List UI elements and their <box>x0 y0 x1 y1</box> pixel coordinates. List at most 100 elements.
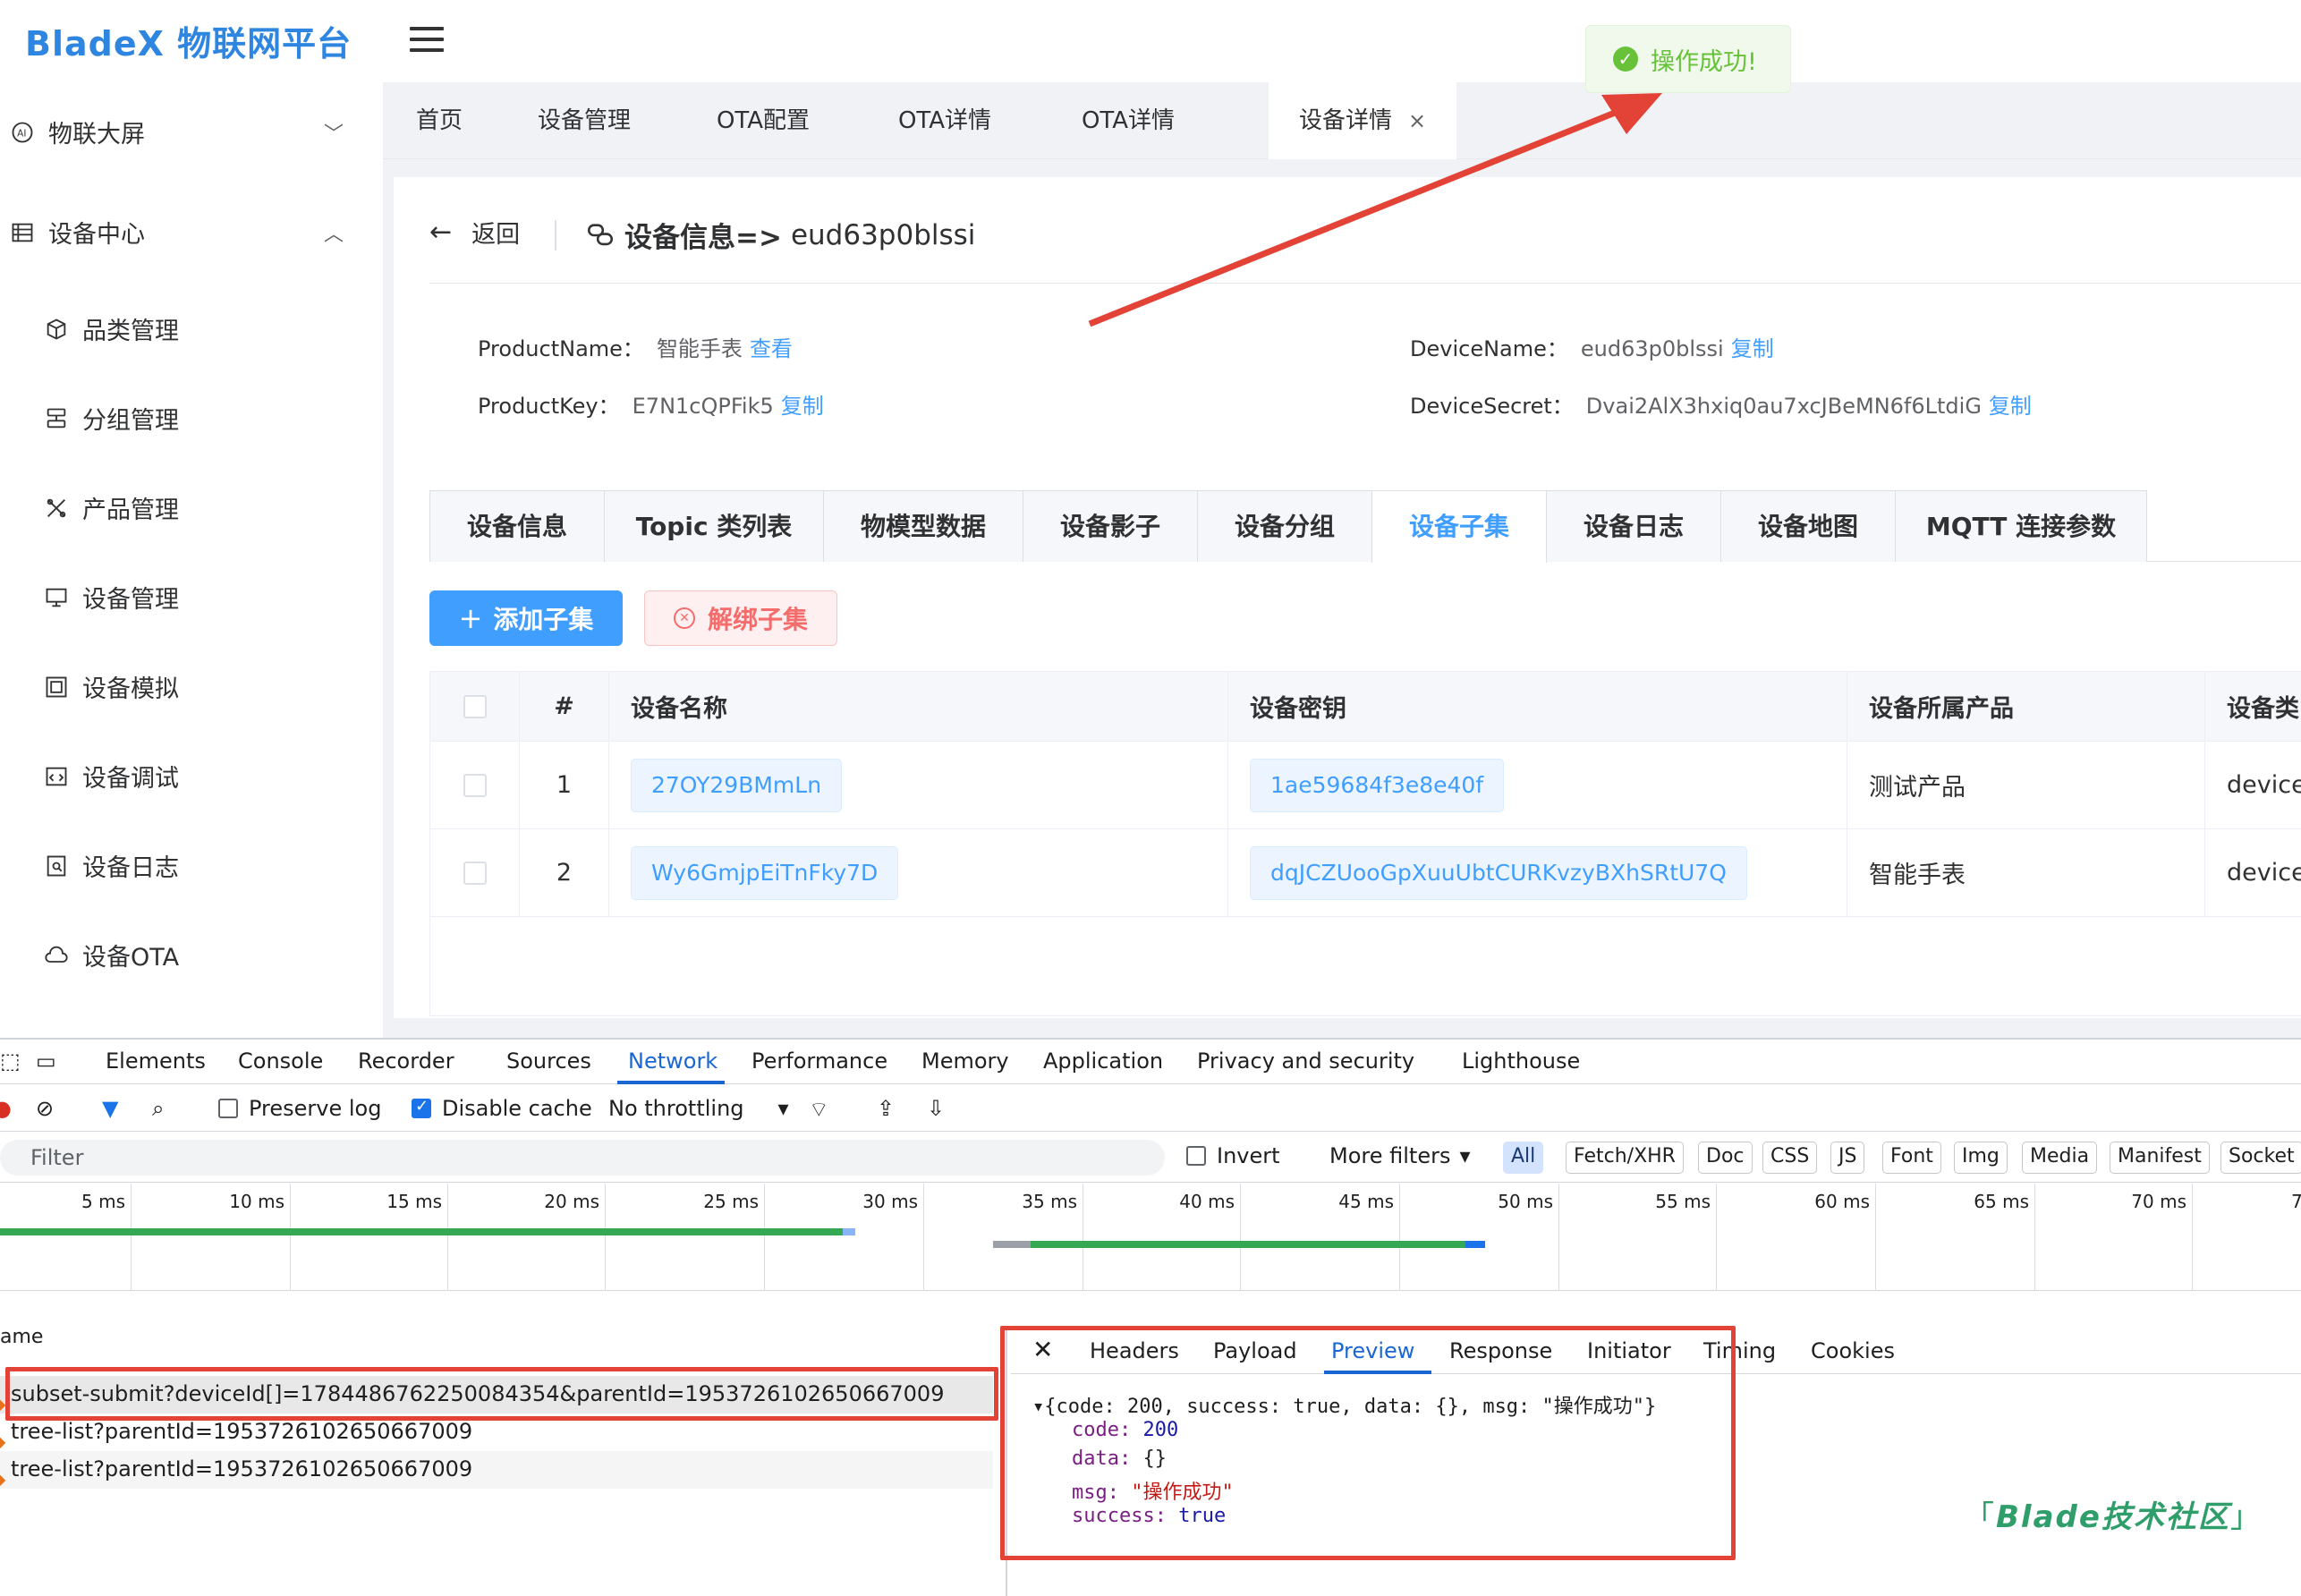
devtools-tab-application[interactable]: Application <box>1043 1048 1163 1074</box>
select-all-checkbox[interactable] <box>463 694 487 718</box>
tab-ota-detail-1[interactable]: OTA详情 <box>853 82 1036 159</box>
filter-chip-all[interactable]: All <box>1503 1142 1544 1174</box>
tab-thing-model[interactable]: 物模型数据 <box>823 490 1023 562</box>
invert-checkbox[interactable] <box>1186 1146 1206 1166</box>
menu-item-product[interactable]: 产品管理 <box>43 490 179 525</box>
filter-chip-manifest[interactable]: Manifest <box>2110 1142 2210 1174</box>
clear-icon[interactable]: ⊘ <box>36 1096 54 1121</box>
devtools-tab-lighthouse[interactable]: Lighthouse <box>1462 1048 1580 1074</box>
tab-device-detail[interactable]: 设备详情 × <box>1269 82 1456 159</box>
network-conditions-icon[interactable]: ⌔ <box>809 1096 829 1123</box>
timeline-tick: 7 <box>2192 1184 2301 1291</box>
menu-item-group[interactable]: 分组管理 <box>43 401 179 436</box>
product-cell: 测试产品 <box>1847 742 2205 828</box>
copy-product-key-link[interactable]: 复制 <box>781 394 824 419</box>
group-icon <box>43 405 70 432</box>
download-icon[interactable]: ⇩ <box>927 1096 945 1121</box>
menu-item-device[interactable]: 设备管理 <box>43 580 179 615</box>
column-header: 设备所属产品 <box>1847 672 2205 741</box>
devtools-tab-memory[interactable]: Memory <box>921 1048 1009 1074</box>
disable-cache-checkbox[interactable] <box>412 1097 431 1118</box>
filter-input[interactable]: Filter <box>0 1140 1165 1176</box>
filter-chip-font[interactable]: Font <box>1882 1142 1941 1174</box>
view-product-link[interactable]: 查看 <box>750 336 793 361</box>
copy-device-name-link[interactable]: 复制 <box>1731 336 1774 361</box>
filter-chip-css[interactable]: CSS <box>1762 1142 1818 1174</box>
devtools-tab-sources[interactable]: Sources <box>506 1048 591 1074</box>
filter-icon[interactable]: ▼ <box>102 1096 118 1121</box>
tab-device-group[interactable]: 设备分组 <box>1197 490 1372 562</box>
device-secret-tag[interactable]: dqJCZUooGpXuuUbtCURKvzyBXhSRtU7Q <box>1250 845 1747 900</box>
tab-device-shadow[interactable]: 设备影子 <box>1023 490 1198 562</box>
tab-ota-config[interactable]: OTA配置 <box>673 82 853 159</box>
invert-toggle[interactable]: Invert <box>1186 1143 1280 1168</box>
row-check-cell <box>430 742 520 828</box>
disable-cache-toggle[interactable]: Disable cache <box>412 1096 592 1121</box>
tab-device-info[interactable]: 设备信息 <box>429 490 605 562</box>
menu-toggle-icon[interactable] <box>410 27 444 54</box>
device-toggle-icon[interactable]: ▭ <box>36 1048 56 1074</box>
tab-device-map[interactable]: 设备地图 <box>1720 490 1896 562</box>
menu-item-simulate[interactable]: 设备模拟 <box>43 669 179 704</box>
unbind-subset-button[interactable]: ✕ 解绑子集 <box>644 590 837 646</box>
filter-chip-socket[interactable]: Socket <box>2220 1142 2301 1174</box>
copy-device-secret-link[interactable]: 复制 <box>1989 394 2032 419</box>
tab-topic-list[interactable]: Topic 类列表 <box>604 490 824 562</box>
device-name-tag[interactable]: 27OY29BMmLn <box>631 758 843 812</box>
back-button[interactable]: ← 返回 <box>429 215 520 250</box>
tab-device-subset[interactable]: 设备子集 <box>1371 490 1547 563</box>
xhr-icon: ◆ <box>0 1433 6 1450</box>
filter-chip-doc[interactable]: Doc <box>1698 1142 1753 1174</box>
menu-item-log[interactable]: 设备日志 <box>43 848 179 883</box>
divider <box>555 220 556 250</box>
filter-chip-img[interactable]: Img <box>1954 1142 2008 1174</box>
menu-group-dashboard[interactable]: AI 物联大屏 ﹀ <box>9 115 344 149</box>
inspect-icon[interactable]: ⬚ <box>0 1048 21 1074</box>
upload-icon[interactable]: ⇪ <box>877 1096 895 1121</box>
devtools-tab-elements[interactable]: Elements <box>106 1048 206 1074</box>
add-subset-button[interactable]: + 添加子集 <box>429 590 623 646</box>
menu-item-debug[interactable]: 设备调试 <box>43 759 179 794</box>
tab-mqtt-params[interactable]: MQTT 连接参数 <box>1895 490 2147 562</box>
devtools-tab-console[interactable]: Console <box>238 1048 323 1074</box>
menu-item-label: 设备管理 <box>82 586 179 614</box>
device-name-tag[interactable]: Wy6GmjpEiTnFky7D <box>631 845 899 900</box>
filter-chip-js[interactable]: JS <box>1830 1142 1865 1174</box>
devtools-tab-performance[interactable]: Performance <box>751 1048 887 1074</box>
arrow-left-icon: ← <box>429 216 453 248</box>
row-checkbox[interactable] <box>463 773 487 797</box>
caret-down-icon: ▾ <box>777 1096 789 1121</box>
menu-item-category[interactable]: 品类管理 <box>43 311 179 346</box>
search-icon[interactable]: ⌕ <box>152 1096 164 1121</box>
tab-ota-detail-2[interactable]: OTA详情 <box>1036 82 1220 159</box>
type-cell: device <box>2227 859 2301 887</box>
close-icon[interactable]: × <box>1408 108 1426 133</box>
tab-device-manage[interactable]: 设备管理 <box>496 82 673 159</box>
request-row[interactable]: ◆ tree-list?parentId=1953726102650667009 <box>0 1451 993 1489</box>
ai-screen-icon: AI <box>9 119 36 146</box>
device-secret-field: DeviceSecret： Dvai2AlX3hxiq0au7xcJBeMN6f6… <box>1410 388 2032 420</box>
more-filters-dropdown[interactable]: More filters ▾ <box>1329 1143 1471 1168</box>
filter-chip-media[interactable]: Media <box>2022 1142 2098 1174</box>
devtools-tab-recorder[interactable]: Recorder <box>358 1048 454 1074</box>
tab-home[interactable]: 首页 <box>383 82 496 159</box>
back-label: 返回 <box>471 221 521 249</box>
type-cell: device <box>2227 771 2301 799</box>
menu-group-device-center[interactable]: 设备中心 ︿ <box>9 215 344 250</box>
device-secret-tag[interactable]: 1ae59684f3e8e40f <box>1250 758 1505 812</box>
sidebar: BladeX 物联网平台 AI 物联大屏 ﹀ 设备中心 ︿ 品类管理 分组管理 … <box>0 0 383 1038</box>
row-checkbox[interactable] <box>463 861 487 885</box>
record-icon[interactable]: ● <box>0 1096 12 1121</box>
tab-device-log[interactable]: 设备日志 <box>1546 490 1721 562</box>
throttling-select[interactable]: No throttling ▾ <box>608 1096 789 1121</box>
devtools-tab-privacy[interactable]: Privacy and security <box>1197 1048 1414 1074</box>
menu-group-label: 物联大屏 <box>48 121 145 149</box>
menu-item-ota[interactable]: 设备OTA <box>43 938 179 972</box>
preserve-log-checkbox[interactable] <box>218 1099 238 1118</box>
devtools-tab-network[interactable]: Network <box>628 1048 717 1074</box>
row-check-cell <box>430 829 520 916</box>
preserve-log-toggle[interactable]: Preserve log <box>218 1096 381 1121</box>
svg-text:AI: AI <box>17 128 26 139</box>
filter-chip-fetch[interactable]: Fetch/XHR <box>1566 1142 1684 1174</box>
tab-cookies[interactable]: Cookies <box>1811 1338 1895 1363</box>
